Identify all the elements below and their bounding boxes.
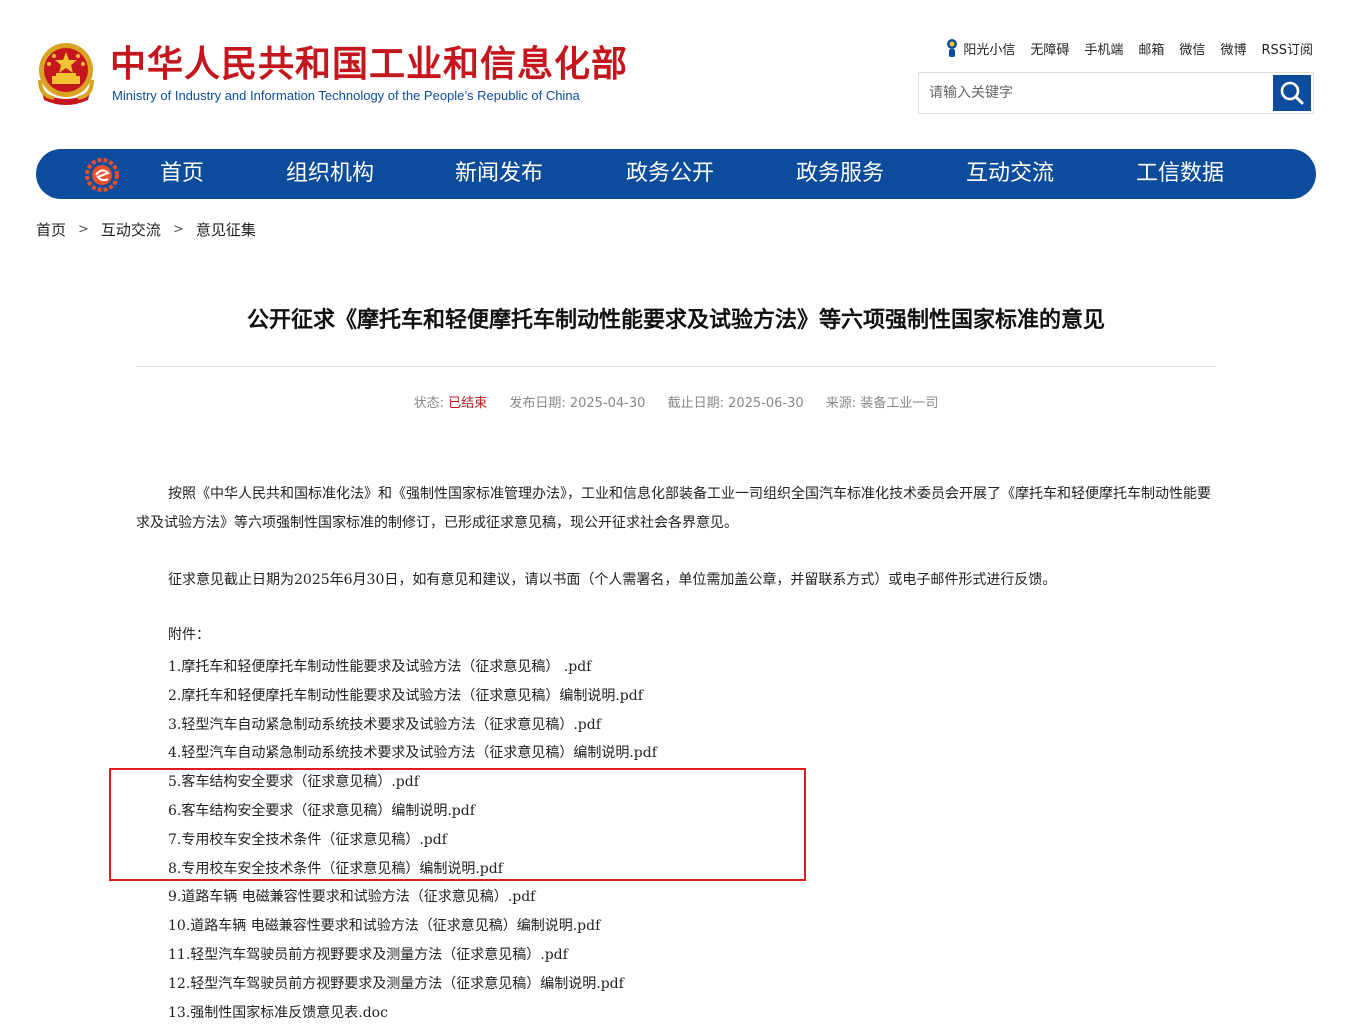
search-input[interactable]: [919, 73, 1273, 113]
nav-interaction[interactable]: 互动交流: [966, 149, 1054, 199]
mascot-icon: [947, 39, 958, 57]
toplink-mail[interactable]: 邮箱: [1138, 39, 1164, 58]
deadline-date: 2025-06-30: [728, 396, 804, 411]
publish-date-label: 发布日期:: [509, 396, 566, 411]
breadcrumb-home[interactable]: 首页: [36, 219, 66, 240]
highlight-annotation-box: [109, 768, 806, 881]
deadline-label: 截止日期:: [667, 396, 724, 411]
nav-news[interactable]: 新闻发布: [455, 149, 543, 199]
site-title: 中华人民共和国工业和信息化部: [110, 44, 629, 85]
attachment-link[interactable]: 2.摩托车和轻便摩托车制动性能要求及试验方法（征求意见稿）编制说明.pdf: [168, 682, 657, 711]
attachments-label: 附件：: [168, 627, 210, 643]
toplink-sunshine[interactable]: 阳光小信: [963, 39, 1015, 58]
attachment-link[interactable]: 9.道路车辆 电磁兼容性要求和试验方法（征求意见稿）.pdf: [168, 883, 657, 912]
body-paragraph-2: 征求意见截止日期为2025年6月30日，如有意见和建议，请以书面（个人需署名，单…: [168, 572, 1057, 588]
attachment-link[interactable]: 1.摩托车和轻便摩托车制动性能要求及试验方法（征求意见稿） .pdf: [168, 653, 657, 682]
toplink-wechat[interactable]: 微信: [1179, 39, 1205, 58]
nav-data[interactable]: 工信数据: [1136, 149, 1224, 199]
attachment-link[interactable]: 11.轻型汽车驾驶员前方视野要求及测量方法（征求意见稿）.pdf: [168, 941, 657, 970]
search-box: [918, 72, 1314, 114]
nav-gov-affairs[interactable]: 政务公开: [626, 149, 714, 199]
breadcrumb: 首页 > 互动交流 > 意见征集: [36, 219, 256, 240]
attachment-link[interactable]: 10.道路车辆 电磁兼容性要求和试验方法（征求意见稿）编制说明.pdf: [168, 912, 657, 941]
title-divider: [136, 366, 1216, 367]
search-icon: [1280, 81, 1304, 105]
national-emblem-icon: [38, 43, 94, 105]
breadcrumb-separator: >: [78, 222, 89, 237]
page-title: 公开征求《摩托车和轻便摩托车制动性能要求及试验方法》等六项强制性国家标准的意见: [246, 308, 1105, 333]
source-label: 来源:: [825, 396, 857, 411]
status-badge: 已结束: [448, 396, 488, 411]
article-meta: 状态: 已结束 发布日期: 2025-04-30 截止日期: 2025-06-3…: [136, 392, 1216, 411]
toplink-accessibility[interactable]: 无障碍: [1030, 39, 1069, 58]
top-links: 阳光小信 无障碍 手机端 邮箱 微信 微博 RSS订阅: [945, 38, 1313, 58]
nav-gov-services[interactable]: 政务服务: [796, 149, 884, 199]
breadcrumb-solicitation[interactable]: 意见征集: [196, 219, 256, 240]
attachment-link[interactable]: 3.轻型汽车自动紧急制动系统技术要求及试验方法（征求意见稿）.pdf: [168, 711, 657, 740]
breadcrumb-interaction[interactable]: 互动交流: [101, 219, 161, 240]
search-button[interactable]: [1273, 75, 1311, 111]
publish-date: 2025-04-30: [569, 396, 646, 411]
source-value: 装备工业一司: [860, 396, 939, 411]
nav-organization[interactable]: 组织机构: [286, 149, 374, 199]
miit-logo-icon: [85, 158, 119, 192]
site-subtitle: Ministry of Industry and Information Tec…: [112, 88, 580, 103]
breadcrumb-separator: >: [172, 222, 184, 237]
toplink-mobile[interactable]: 手机端: [1084, 39, 1123, 58]
nav-home[interactable]: 首页: [160, 149, 204, 199]
toplink-rss[interactable]: RSS订阅: [1261, 39, 1313, 58]
status-label: 状态:: [413, 396, 445, 411]
body-paragraph-1: 按照《中华人民共和国标准化法》和《强制性国家标准管理办法》，工业和信息化部装备工…: [136, 486, 1211, 531]
attachment-link[interactable]: 4.轻型汽车自动紧急制动系统技术要求及试验方法（征求意见稿）编制说明.pdf: [168, 739, 657, 768]
main-nav: 首页 组织机构 新闻发布 政务公开 政务服务 互动交流 工信数据: [36, 149, 1316, 199]
attachment-link[interactable]: 12.轻型汽车驾驶员前方视野要求及测量方法（征求意见稿）编制说明.pdf: [168, 970, 657, 999]
toplink-weibo[interactable]: 微博: [1220, 39, 1246, 58]
